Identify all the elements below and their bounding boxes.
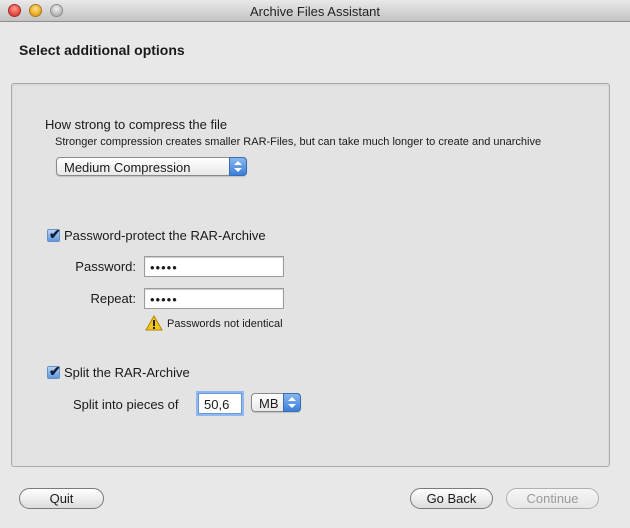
unit-popup[interactable]: MB bbox=[251, 393, 301, 412]
popup-arrows-icon bbox=[229, 157, 247, 176]
password-checkbox[interactable]: ✔ bbox=[47, 226, 61, 242]
password-field-label: Password: bbox=[75, 259, 136, 274]
password-warning-text: Passwords not identical bbox=[167, 318, 283, 330]
window-title: Archive Files Assistant bbox=[249, 4, 381, 19]
go-back-button[interactable]: Go Back bbox=[410, 488, 493, 509]
compression-hint: Stronger compression creates smaller RAR… bbox=[55, 136, 542, 148]
compression-popup[interactable]: Medium Compression bbox=[56, 157, 247, 176]
split-checkbox-label[interactable]: Split the RAR-Archive bbox=[64, 365, 190, 380]
split-size-field[interactable]: 50,6 bbox=[198, 393, 242, 414]
password-field-value: ••••• bbox=[150, 260, 178, 275]
options-panel: How strong to compress the file Stronger… bbox=[11, 83, 610, 467]
warning-icon bbox=[145, 315, 163, 331]
unit-selected: MB bbox=[259, 396, 279, 411]
page-title: Select additional options bbox=[19, 42, 185, 58]
repeat-field-label: Repeat: bbox=[90, 291, 136, 306]
repeat-password-field[interactable]: ••••• bbox=[144, 288, 284, 309]
quit-button[interactable]: Quit bbox=[19, 488, 104, 509]
popup-arrows-icon bbox=[283, 393, 301, 412]
split-checkbox[interactable]: ✔ bbox=[47, 363, 61, 379]
title-bar: Archive Files Assistant bbox=[0, 0, 630, 22]
continue-button[interactable]: Continue bbox=[506, 488, 599, 509]
split-pieces-label: Split into pieces of bbox=[73, 397, 179, 412]
checkmark-icon: ✔ bbox=[49, 363, 61, 379]
password-field[interactable]: ••••• bbox=[144, 256, 284, 277]
repeat-field-value: ••••• bbox=[150, 292, 178, 307]
compression-label: How strong to compress the file bbox=[45, 117, 228, 132]
compression-selected: Medium Compression bbox=[64, 160, 191, 175]
checkmark-icon: ✔ bbox=[49, 226, 61, 242]
password-checkbox-label[interactable]: Password-protect the RAR-Archive bbox=[64, 228, 266, 243]
split-size-value: 50,6 bbox=[204, 397, 230, 412]
